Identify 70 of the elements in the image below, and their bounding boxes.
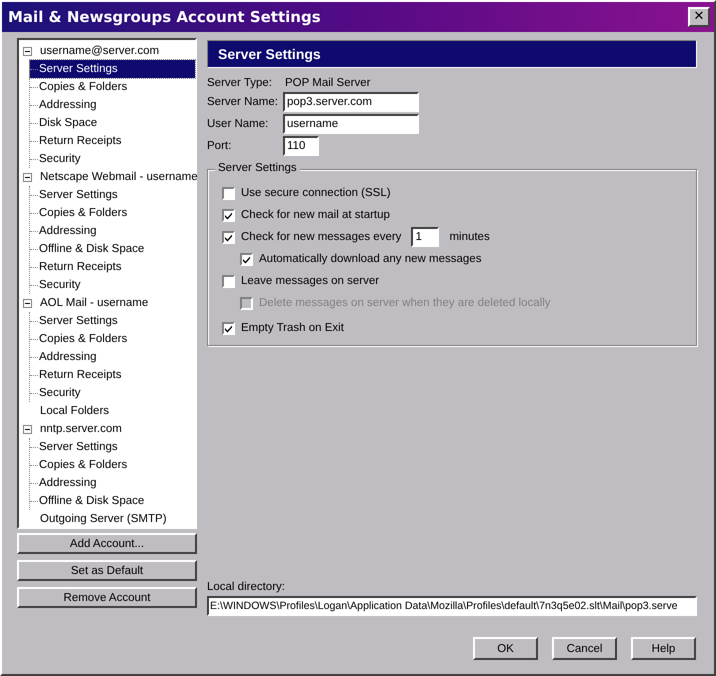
window-title: Mail & Newsgroups Account Settings <box>8 8 321 26</box>
tree-item[interactable]: Copies & Folders <box>30 330 195 348</box>
tree-item[interactable]: Server Settings <box>30 186 195 204</box>
checkbox[interactable] <box>222 208 235 222</box>
tree-item[interactable]: Security <box>30 150 195 168</box>
tree-item[interactable]: Security <box>30 384 195 402</box>
dialog-button[interactable]: Help <box>631 637 696 660</box>
tree-item[interactable]: Addressing <box>30 222 195 240</box>
collapse-icon[interactable] <box>23 46 32 56</box>
tree-item[interactable]: Return Receipts <box>30 132 195 150</box>
checkmark-icon <box>224 324 233 332</box>
tree-item[interactable]: username@server.com <box>38 45 162 57</box>
tree-item[interactable]: Addressing <box>30 96 195 114</box>
tree-item[interactable]: Outgoing Server (SMTP) <box>38 513 169 525</box>
checkbox-label: Empty Trash on Exit <box>241 322 344 334</box>
collapse-icon[interactable] <box>23 298 32 308</box>
field-label: Server Type: <box>207 76 273 88</box>
tree-item[interactable]: Server Settings <box>30 438 195 456</box>
field-label: Local directory: <box>207 581 286 593</box>
input-field[interactable]: E:\WINDOWS\Profiles\Logan\Application Data\Mozilla\Profiles\default\7n3q5e02.slt\Mail\pop3.serve <box>207 596 697 616</box>
tree-item[interactable]: Addressing <box>30 348 195 366</box>
checkbox[interactable] <box>222 186 235 200</box>
tree-item[interactable]: Netscape Webmail - username <box>38 171 200 183</box>
tree-item[interactable]: Return Receipts <box>30 366 195 384</box>
tree-item[interactable]: Offline & Disk Space <box>30 492 195 510</box>
tree-item[interactable]: Copies & Folders <box>30 204 195 222</box>
checkbox-label: Delete messages on server when they are deleted locally <box>259 297 550 309</box>
field-label: Port: <box>207 140 232 152</box>
checkbox-label: Use secure connection (SSL) <box>241 187 391 199</box>
tree-item[interactable]: AOL Mail - username <box>38 297 150 309</box>
checkbox-label: Check for new messages every <box>241 231 402 243</box>
field-label: Server Name: <box>207 96 279 108</box>
tree-item[interactable]: Offline & Disk Space <box>30 240 195 258</box>
tree-item[interactable]: Local Folders <box>38 405 112 417</box>
panel-header: Server Settings <box>207 40 697 68</box>
tree-item[interactable]: Return Receipts <box>30 258 195 276</box>
collapse-icon[interactable] <box>23 172 32 182</box>
checkbox-label: Automatically download any new messages <box>259 253 482 265</box>
checkbox-label: Check for new mail at startup <box>241 209 390 221</box>
close-button[interactable]: ✕ <box>688 7 710 27</box>
checkbox[interactable] <box>222 274 235 288</box>
account-button[interactable]: Add Account... <box>17 533 197 554</box>
tree-item[interactable]: Copies & Folders <box>30 78 195 96</box>
dialog-button[interactable]: OK <box>473 637 538 660</box>
input-field[interactable]: username <box>283 114 419 134</box>
checkmark-icon <box>224 232 233 242</box>
checkbox[interactable] <box>222 322 235 334</box>
input-field[interactable]: pop3.server.com <box>283 92 419 112</box>
account-button[interactable]: Set as Default <box>17 560 197 581</box>
collapse-icon[interactable] <box>23 424 32 434</box>
tree-item[interactable]: Server Settings <box>30 312 195 330</box>
tree-item[interactable]: Addressing <box>30 474 195 492</box>
checkbox[interactable] <box>240 252 253 266</box>
group-title: Server Settings <box>215 162 300 174</box>
server-type-value: POP Mail Server <box>284 76 370 88</box>
tree-item[interactable]: nntp.server.com <box>38 423 124 435</box>
tree-item[interactable]: Server Settings <box>30 60 195 78</box>
tree-item[interactable]: Security <box>30 276 195 294</box>
checkmark-icon <box>224 210 233 220</box>
unit-label: minutes <box>449 231 490 243</box>
dialog-button[interactable]: Cancel <box>552 637 617 660</box>
checkbox[interactable] <box>222 230 235 244</box>
checkbox-label: Leave messages on server <box>241 275 380 287</box>
tree-item[interactable]: Disk Space <box>30 114 195 132</box>
input-field[interactable]: 1 <box>411 227 440 247</box>
account-button[interactable]: Remove Account <box>17 587 197 608</box>
tree-item[interactable]: Copies & Folders <box>30 456 195 474</box>
input-field[interactable]: 110 <box>283 136 319 156</box>
field-label: User Name: <box>207 118 270 130</box>
checkmark-icon <box>242 254 251 264</box>
